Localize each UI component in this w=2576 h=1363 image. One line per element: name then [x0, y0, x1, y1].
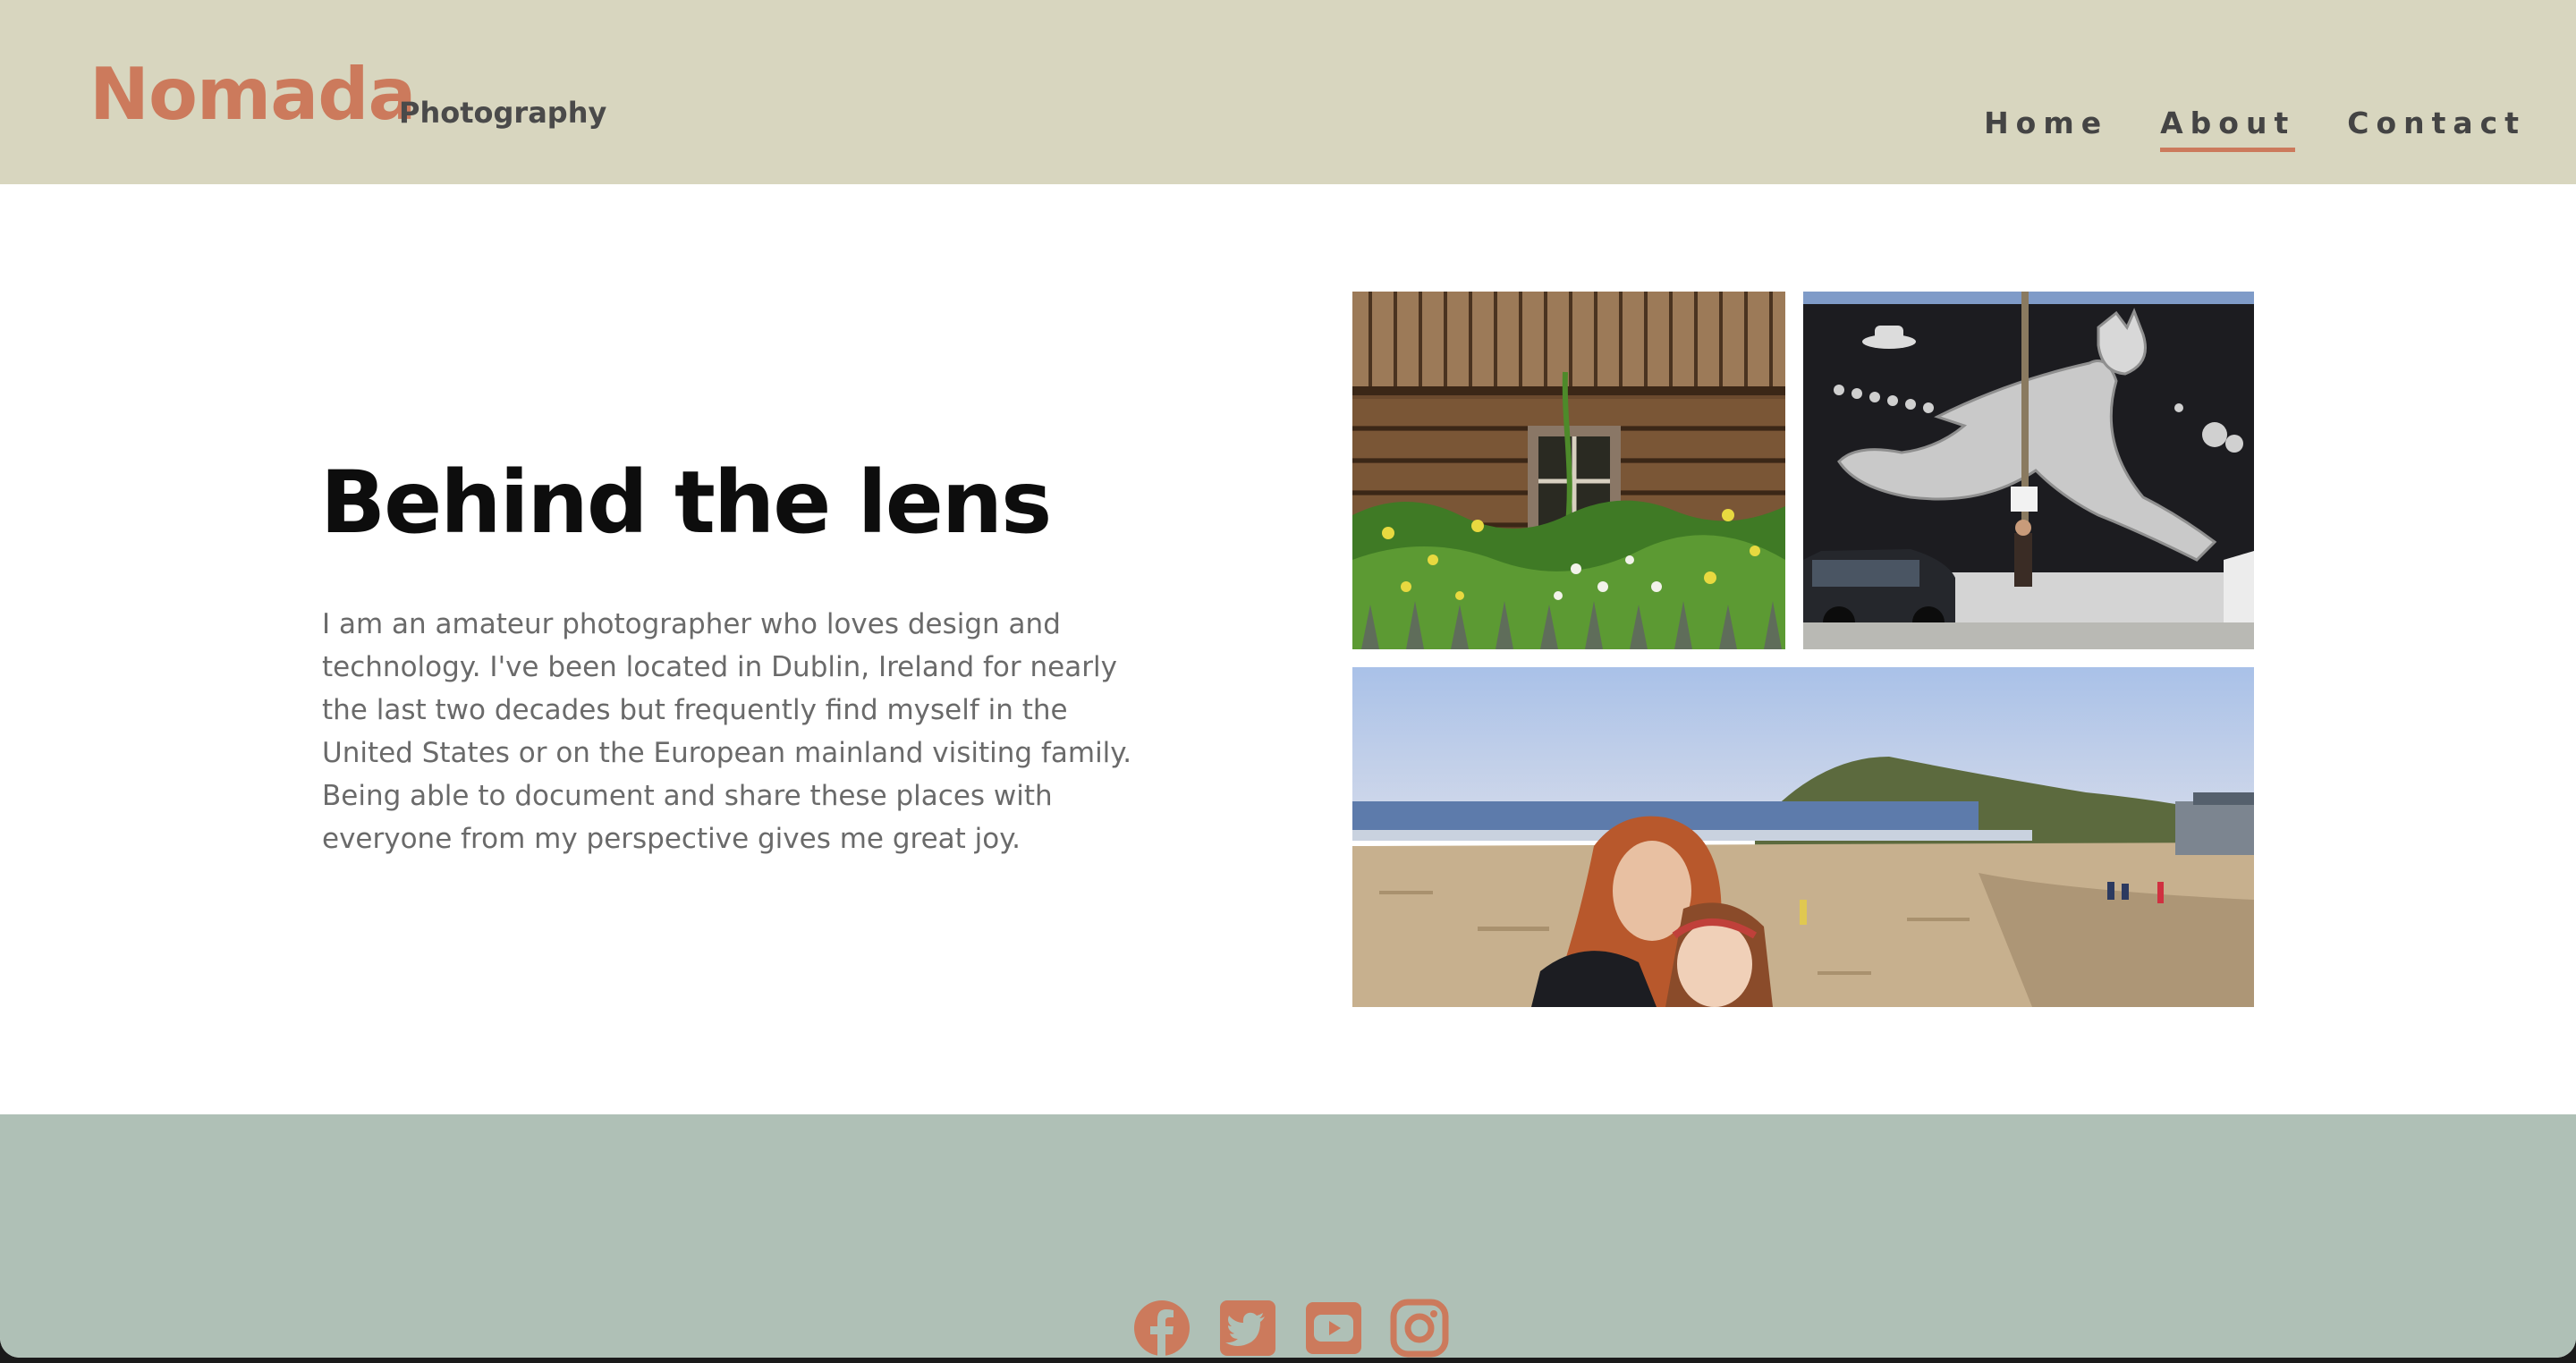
street-mural-photo[interactable] [1803, 292, 2254, 649]
twitter-icon[interactable] [1213, 1293, 1283, 1358]
nav-contact[interactable]: Contact [2347, 100, 2526, 147]
site-header: Nomada Photography Home About Contact [0, 0, 2576, 184]
nav-home[interactable]: Home [1984, 100, 2108, 147]
street-mural-image [1803, 292, 2254, 649]
nav-about[interactable]: About [2160, 100, 2296, 152]
logo-subtitle: Photography [399, 96, 607, 130]
page: Nomada Photography Home About Contact Be… [0, 0, 2576, 1358]
wooden-cabin-photo[interactable] [1352, 292, 1785, 649]
beach-selfie-image [1352, 667, 2254, 1007]
social-links [1127, 1293, 1454, 1358]
about-section: Behind the lens I am an amateur photogra… [0, 184, 2576, 1114]
instagram-icon[interactable] [1385, 1293, 1454, 1358]
youtube-icon[interactable] [1299, 1293, 1368, 1358]
main-nav: Home About Contact [1984, 100, 2526, 152]
facebook-icon[interactable] [1127, 1293, 1197, 1358]
bio-text: I am an amateur photographer who loves d… [322, 608, 1132, 855]
beach-selfie-photo[interactable] [1352, 667, 2254, 1007]
site-footer [0, 1114, 2576, 1358]
logo[interactable]: Nomada [89, 50, 417, 140]
page-title: Behind the lens [320, 453, 1052, 553]
wooden-cabin-image [1352, 292, 1785, 649]
